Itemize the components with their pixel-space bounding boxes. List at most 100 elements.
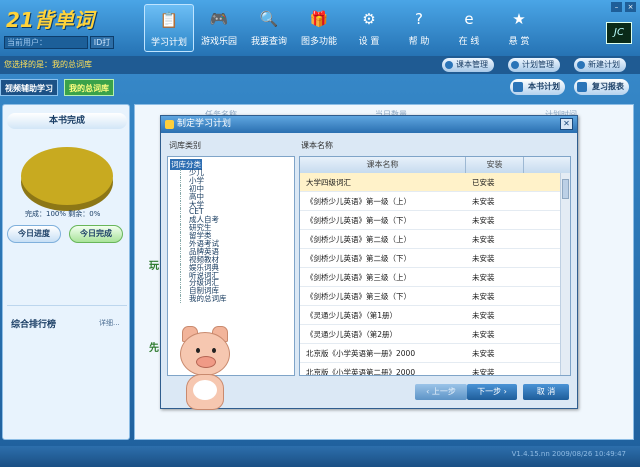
install-status-cell: 未安装 — [472, 273, 495, 282]
next-step-button[interactable]: 下一步 › — [467, 384, 517, 400]
nav-item-4[interactable]: ⚙ 设 置 — [344, 4, 394, 52]
table-row[interactable]: 《剑桥少儿英语》第一级（上） 未安装 — [300, 192, 570, 211]
nav-item-1[interactable]: 🎮 游戏乐园 — [194, 4, 244, 52]
nav-item-label: 设 置 — [358, 37, 380, 47]
install-status-cell: 未安装 — [472, 216, 495, 225]
ranking-title: 综合排行榜 — [11, 320, 57, 330]
calendar-icon — [513, 82, 523, 92]
main-nav: 📋 学习计划 🎮 游戏乐园 🔍 我要查询 🎁 图多功能 ⚙ 设 置? 帮 助 e 在 线 ★ 悬 赏 — [144, 4, 544, 52]
cancel-button[interactable]: 取 消 — [523, 384, 569, 400]
book-name-cell: 大学四级词汇 — [306, 178, 351, 187]
table-row[interactable]: 《剑桥少儿英语》第一级（下） 未安装 — [300, 211, 570, 230]
table-row[interactable]: 北京版《小学英语第二册》2000 未安装 — [300, 363, 570, 376]
completion-stat: 完成：100% 剩余：0% — [25, 210, 101, 218]
pig-belly — [193, 380, 217, 400]
table-row[interactable]: 《剑桥少儿英语》第三级（下） 未安装 — [300, 287, 570, 306]
col-book-name[interactable]: 课本名称 — [300, 157, 466, 173]
today-progress-button[interactable]: 今日进度 — [7, 225, 61, 243]
table-row[interactable]: 《剑桥少儿英语》第二级（下） 未安装 — [300, 249, 570, 268]
install-status-cell: 未安装 — [472, 330, 495, 339]
prev-step-button[interactable]: ‹ 上一步 — [415, 384, 467, 400]
completion-pie-chart — [21, 147, 113, 205]
gamepad-icon: 🎮 — [209, 10, 229, 28]
nav-item-0[interactable]: 📋 学习计划 — [144, 4, 194, 52]
minimize-icon[interactable]: – — [611, 2, 622, 12]
nav-item-3[interactable]: 🎁 图多功能 — [294, 4, 344, 52]
tab-video-study[interactable]: 视频辅助学习 — [0, 79, 58, 96]
book-name-cell: 《剑桥少儿英语》第三级（上） — [306, 273, 411, 282]
book-name-cell: 《剑桥少儿英语》第二级（下） — [306, 254, 411, 263]
table-row[interactable]: 北京版《小学英语第一册》2000 未安装 — [300, 344, 570, 363]
table-row[interactable]: 《灵通少儿英语》（第1册） 未安装 — [300, 306, 570, 325]
clipboard-icon: 📋 — [159, 11, 179, 29]
vertical-scrollbar[interactable] — [560, 173, 570, 375]
selection-bar: 您选择的是：我的总词库 课本管理 计划管理 新建计划 — [0, 56, 640, 74]
ranking-more-link[interactable]: 详细... — [99, 318, 120, 328]
nav-item-label: 悬 赏 — [508, 37, 530, 47]
side-text: 玩 — [149, 261, 159, 272]
search-icon: 🔍 — [259, 10, 279, 28]
new-plan-button[interactable]: 新建计划 — [574, 58, 626, 72]
tree-list: 少儿 小学 初中 高中 大学 CET 成人自考 研究生 留学类 外语考试 品牌英语 视频教材 娱乐词典听… — [180, 169, 227, 304]
book-name-cell: 《灵通少儿英语》（第1册） — [306, 311, 398, 320]
book-label: 课本名称 — [301, 141, 333, 150]
review-report-button[interactable]: 复习报表 — [574, 79, 629, 95]
category-label: 词库类别 — [169, 141, 201, 150]
box-icon: 🎁 — [309, 10, 329, 28]
version-text: V1.4.15.nn 2009/08/26 10:49:47 — [511, 450, 626, 458]
plan-icon — [165, 120, 174, 129]
list-icon — [511, 61, 519, 69]
nav-item-6[interactable]: e 在 线 — [444, 4, 494, 52]
progress-panel: 本书完成 完成：100% 剩余：0% 今日进度 今日完成 综合排行榜 详细... — [2, 104, 130, 440]
today-complete-button[interactable]: 今日完成 — [69, 225, 123, 243]
user-button[interactable]: ID打 — [90, 36, 114, 49]
help-icon: ? — [415, 10, 423, 28]
nav-item-2[interactable]: 🔍 我要查询 — [244, 4, 294, 52]
nav-item-label: 图多功能 — [300, 37, 337, 47]
book-name-cell: 《剑桥少儿英语》第一级（下） — [306, 216, 411, 225]
status-bar: V1.4.15.nn 2009/08/26 10:49:47 — [0, 446, 640, 467]
nav-item-label: 我要查询 — [250, 37, 287, 47]
tab-my-wordbank[interactable]: 我的总词库 — [64, 79, 114, 96]
close-icon[interactable]: × — [625, 2, 636, 12]
table-row[interactable]: 《剑桥少儿英语》第三级（上） 未安装 — [300, 268, 570, 287]
pig-mascot — [176, 324, 236, 414]
report-icon — [577, 82, 587, 92]
table-row[interactable]: 《灵通少儿英语》（第2册） 未安装 — [300, 325, 570, 344]
table-row[interactable]: 大学四级词汇 已安装 — [300, 173, 570, 192]
textbook-manage-button[interactable]: 课本管理 — [442, 58, 494, 72]
globe-icon: e — [464, 10, 474, 28]
pig-snout — [196, 356, 216, 368]
install-status-cell: 未安装 — [472, 197, 495, 206]
top-toolbar: 21背单词 当前用户： ID打 📋 学习计划 🎮 游戏乐园 🔍 我要查询 🎁 图多功能 ⚙ 设 置… — [0, 0, 640, 56]
app-window: 21背单词 当前用户： ID打 📋 学习计划 🎮 游戏乐园 🔍 我要查询 🎁 图多功能 ⚙ 设 置… — [0, 0, 640, 467]
user-field[interactable]: 当前用户： — [4, 36, 88, 49]
plan-manage-button[interactable]: 计划管理 — [508, 58, 560, 72]
tree-item[interactable]: 我的总词库 — [180, 295, 227, 304]
gear-icon: ⚙ — [362, 10, 376, 28]
install-status-cell: 未安装 — [472, 254, 495, 263]
list-header: 课本名称 安装 — [300, 157, 570, 173]
book-name-cell: 《剑桥少儿英语》第二级（上） — [306, 235, 411, 244]
scroll-thumb[interactable] — [562, 179, 569, 199]
book-name-cell: 《剑桥少儿英语》第一级（上） — [306, 197, 411, 206]
book-name-cell: 北京版《小学英语第二册》2000 — [306, 368, 416, 376]
install-status-cell: 未安装 — [472, 292, 495, 301]
nav-item-label: 游戏乐园 — [200, 37, 237, 47]
nav-item-7[interactable]: ★ 悬 赏 — [494, 4, 544, 52]
install-status-cell: 已安装 — [472, 178, 495, 187]
nav-item-label: 学习计划 — [150, 38, 187, 48]
book-plan-button[interactable]: 本书计划 — [510, 79, 565, 95]
install-status-cell: 未安装 — [472, 235, 495, 244]
book-icon — [445, 61, 453, 69]
col-install[interactable]: 安装 — [466, 157, 524, 173]
dialog-close-icon[interactable]: ✕ — [560, 118, 573, 130]
nav-item-label: 帮 助 — [408, 37, 430, 47]
app-logo: 21背单词 — [6, 8, 94, 32]
nav-item-5[interactable]: ? 帮 助 — [394, 4, 444, 52]
table-row[interactable]: 《剑桥少儿英语》第二级（上） 未安装 — [300, 230, 570, 249]
list-rows: 大学四级词汇 已安装 《剑桥少儿英语》第一级（上） 未安装 《剑桥少儿英语》第一级（下）… — [300, 173, 570, 376]
window-controls: – × — [611, 2, 636, 12]
reward-icon: ★ — [512, 10, 526, 28]
nav-item-label: 在 线 — [458, 37, 480, 47]
